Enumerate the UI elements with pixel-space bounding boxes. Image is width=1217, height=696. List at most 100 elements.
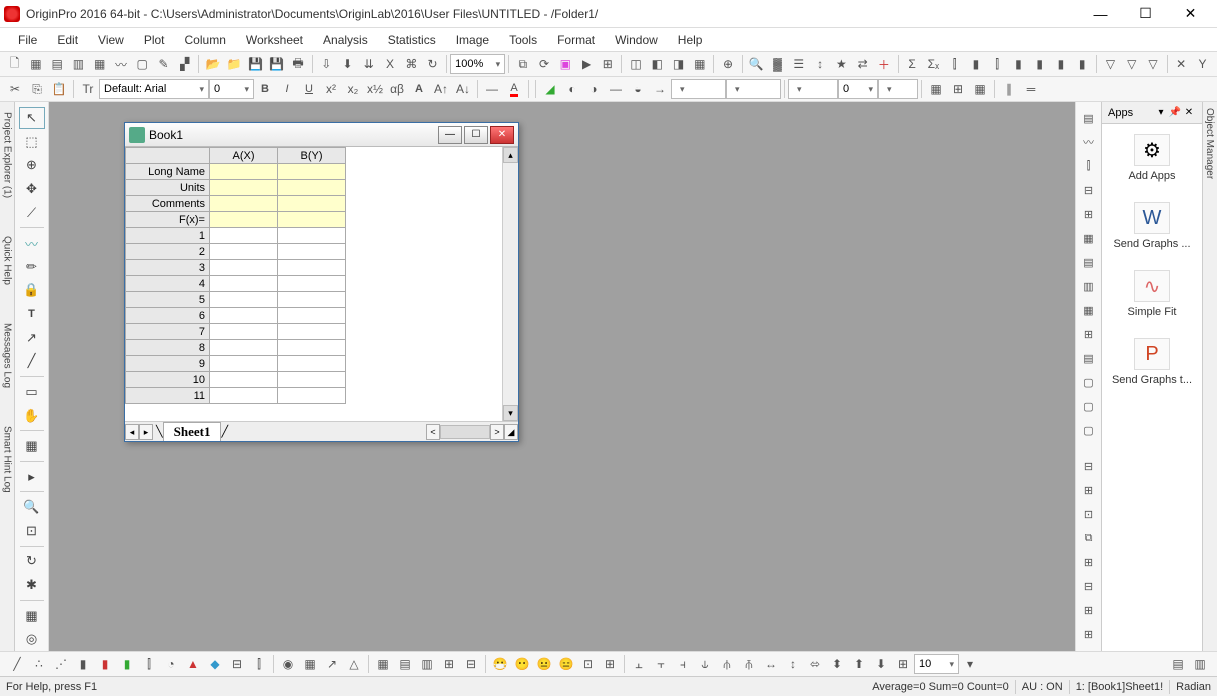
group4-tool[interactable]: ⧉ (1078, 527, 1100, 549)
align-right-icon[interactable]: ⫞ (673, 654, 693, 674)
gadget4-icon[interactable]: ▦ (690, 54, 709, 74)
panel4-tool[interactable]: ▦ (1078, 299, 1100, 321)
borders-icon[interactable]: ▦ (926, 79, 946, 99)
menu-format[interactable]: Format (547, 30, 605, 50)
line-width-combo[interactable] (671, 79, 726, 99)
bold-icon[interactable]: B (255, 79, 275, 99)
new-matrix-icon[interactable]: ▦ (90, 54, 109, 74)
cell[interactable] (278, 292, 346, 308)
batch-icon[interactable]: ⌘ (402, 54, 421, 74)
panel6-tool[interactable]: ▤ (1078, 347, 1100, 369)
asterisk-tool[interactable]: ✱ (19, 574, 45, 596)
mask6-icon[interactable]: ⊞ (600, 654, 620, 674)
row-header[interactable]: 9 (126, 356, 210, 372)
cell[interactable] (210, 340, 278, 356)
subscript-icon[interactable]: x₂ (343, 79, 363, 99)
vector-icon[interactable]: ↗ (322, 654, 342, 674)
stats-icon[interactable]: ⫿ (945, 54, 964, 74)
workbook-titlebar[interactable]: Book1 — ☐ ✕ (125, 123, 518, 147)
cell[interactable] (210, 260, 278, 276)
mask3-icon[interactable]: 😐 (534, 654, 554, 674)
sort-icon[interactable]: ↕ (810, 54, 829, 74)
video-icon[interactable]: ▶ (577, 54, 596, 74)
font-style-icon[interactable]: A (409, 79, 429, 99)
cell[interactable] (278, 164, 346, 180)
tab-project-explorer[interactable]: Project Explorer (1) (1, 108, 14, 202)
cell[interactable] (278, 244, 346, 260)
scroll-down-icon[interactable]: ▾ (503, 405, 518, 421)
template1-icon[interactable]: ▦ (373, 654, 393, 674)
apps-pin-icon[interactable]: 📌 (1168, 107, 1182, 118)
line-plot-icon[interactable]: ╱ (7, 654, 27, 674)
app-add-apps[interactable]: ⚙ Add Apps (1102, 124, 1202, 192)
area-plot-icon[interactable]: ▮ (117, 654, 137, 674)
apps-dropdown-icon[interactable]: ▾ (1154, 107, 1168, 118)
paste-icon[interactable]: 📋 (49, 79, 69, 99)
units-label[interactable]: Units (126, 180, 210, 196)
tab-quick-help[interactable]: Quick Help (1, 232, 14, 289)
supersub-icon[interactable]: x½ (365, 79, 385, 99)
bar-icon[interactable]: ▮ (966, 54, 985, 74)
corner-cell[interactable] (126, 148, 210, 164)
row-header[interactable]: 3 (126, 260, 210, 276)
arrow-end-icon[interactable]: → (650, 79, 670, 99)
template5-icon[interactable]: ⊟ (461, 654, 481, 674)
template2-icon[interactable]: ▤ (395, 654, 415, 674)
add-col-icon[interactable]: ⊕ (718, 54, 737, 74)
contour-icon[interactable]: ◉ (278, 654, 298, 674)
target-tool[interactable]: ◎ (19, 628, 45, 650)
merge-tool[interactable]: ⊞ (1078, 203, 1100, 225)
copy-icon[interactable]: ⎘ (27, 79, 47, 99)
cell[interactable] (278, 356, 346, 372)
menu-analysis[interactable]: Analysis (313, 30, 378, 50)
marker-icon[interactable]: ☰ (789, 54, 808, 74)
pattern3-icon[interactable]: — (606, 79, 626, 99)
panel8-tool[interactable]: ▢ (1078, 395, 1100, 417)
line-type-combo[interactable] (726, 79, 781, 99)
menu-help[interactable]: Help (668, 30, 713, 50)
font-name-combo[interactable]: Default: Arial (99, 79, 209, 99)
group2-tool[interactable]: ⊞ (1078, 479, 1100, 501)
hscroll-thumb[interactable] (440, 425, 490, 439)
align-y-icon[interactable]: ═ (1021, 79, 1041, 99)
import-excel-icon[interactable]: X (380, 54, 399, 74)
panel9-tool[interactable]: ▢ (1078, 419, 1100, 441)
hscroll-left[interactable]: < (426, 424, 440, 440)
cell[interactable] (278, 260, 346, 276)
cell[interactable] (210, 164, 278, 180)
digitize-icon[interactable]: ⊞ (598, 54, 617, 74)
new-notes-icon[interactable]: ✎ (154, 54, 173, 74)
scatter-plot-icon[interactable]: ∴ (29, 654, 49, 674)
italic-icon[interactable]: I (277, 79, 297, 99)
greek-icon[interactable]: αβ (387, 79, 407, 99)
superscript-icon[interactable]: x² (321, 79, 341, 99)
units-toggle-icon[interactable]: ▾ (960, 654, 980, 674)
group3-tool[interactable]: ⊡ (1078, 503, 1100, 525)
group-icon[interactable]: ⊞ (893, 654, 913, 674)
filter2-icon[interactable]: ▽ (1122, 54, 1141, 74)
layer-tool[interactable]: ▤ (1078, 107, 1100, 129)
draw-tool[interactable]: ✏ (19, 256, 45, 278)
group8-tool[interactable]: ⊞ (1078, 623, 1100, 645)
extract-tool[interactable]: ⊟ (1078, 179, 1100, 201)
pattern2-icon[interactable]: ◑ (584, 79, 604, 99)
new-function-icon[interactable]: 〰 (111, 54, 130, 74)
apps-close-icon[interactable]: ✕ (1182, 107, 1196, 118)
sheet-tab[interactable]: Sheet1 (163, 422, 222, 441)
filter3-icon[interactable]: ▽ (1143, 54, 1162, 74)
recalc-icon[interactable]: ↻ (423, 54, 442, 74)
cell[interactable] (278, 228, 346, 244)
align-center-icon[interactable]: ⫟ (651, 654, 671, 674)
mask1-icon[interactable]: 😷 (490, 654, 510, 674)
cell[interactable] (210, 308, 278, 324)
menu-file[interactable]: File (8, 30, 47, 50)
cell[interactable] (278, 196, 346, 212)
layer1-icon[interactable]: ▤ (1168, 654, 1188, 674)
rescale-tool[interactable]: ⊡ (19, 520, 45, 542)
refresh-icon[interactable]: ⟳ (534, 54, 553, 74)
template4-icon[interactable]: ⊞ (439, 654, 459, 674)
cell[interactable] (278, 308, 346, 324)
chart1-icon[interactable]: ▮ (1009, 54, 1028, 74)
close-button[interactable]: ✕ (1168, 0, 1213, 28)
panel3-tool[interactable]: ▥ (1078, 275, 1100, 297)
